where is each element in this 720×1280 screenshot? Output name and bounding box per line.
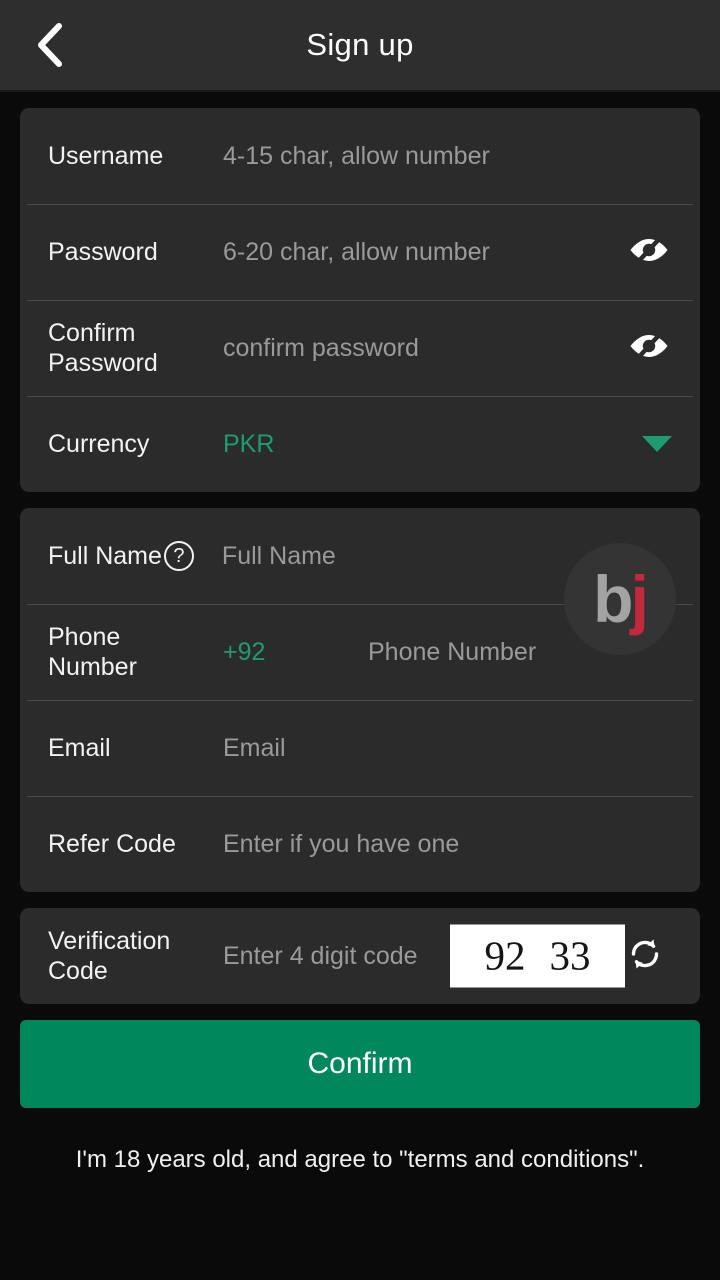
username-label: Username	[48, 142, 164, 170]
account-card: Username 4-15 char, allow number Passwor…	[20, 108, 700, 492]
currency-value[interactable]: PKR	[223, 430, 642, 459]
phone-number-input[interactable]: Phone Number	[368, 638, 672, 667]
verification-card: Verification Code Enter 4 digit code 92 …	[20, 908, 700, 1004]
row-verification-code[interactable]: Verification Code Enter 4 digit code 92 …	[20, 908, 700, 1004]
refresh-icon	[623, 932, 667, 981]
eye-off-icon	[629, 235, 669, 269]
country-code-selector[interactable]: +92	[223, 638, 368, 667]
profile-card: bj Full Name ? Full Name Phone Number +9…	[20, 508, 700, 892]
eye-off-icon	[629, 331, 669, 365]
page-title: Sign up	[306, 27, 414, 62]
refer-code-input[interactable]: Enter if you have one	[223, 830, 672, 859]
captcha-digits-left: 92	[484, 932, 526, 979]
captcha-digits-right: 33	[549, 932, 591, 979]
row-username[interactable]: Username 4-15 char, allow number	[20, 108, 700, 204]
password-input[interactable]: 6-20 char, allow number	[223, 238, 626, 267]
confirm-password-label: Confirm Password	[48, 319, 158, 377]
confirm-button[interactable]: Confirm	[20, 1020, 700, 1108]
row-email[interactable]: Email Email	[20, 700, 700, 796]
verification-code-label: Verification Code	[48, 927, 171, 985]
email-label: Email	[48, 734, 111, 762]
app-header: Sign up	[0, 0, 720, 92]
full-name-input[interactable]: Full Name	[222, 542, 672, 571]
password-label: Password	[48, 238, 158, 266]
signup-screen: Sign up Username 4-15 char, allow number…	[0, 0, 720, 1280]
chevron-down-icon[interactable]	[642, 436, 672, 452]
row-full-name[interactable]: Full Name ? Full Name	[20, 508, 700, 604]
confirm-password-visibility-toggle[interactable]	[626, 325, 672, 371]
phone-number-label: Phone Number	[48, 623, 137, 681]
row-refer-code[interactable]: Refer Code Enter if you have one	[20, 796, 700, 892]
full-name-label: Full Name	[48, 542, 162, 570]
username-input[interactable]: 4-15 char, allow number	[223, 142, 672, 171]
row-confirm-password[interactable]: Confirm Password confirm password	[20, 300, 700, 396]
captcha-image[interactable]: 92 33	[450, 924, 625, 988]
terms-and-conditions-text[interactable]: I'm 18 years old, and agree to "terms an…	[0, 1146, 720, 1174]
refer-code-label: Refer Code	[48, 830, 176, 858]
full-name-label-group: Full Name ?	[48, 541, 194, 571]
currency-label: Currency	[48, 430, 150, 458]
question-mark-icon[interactable]: ?	[163, 541, 194, 571]
confirm-password-input[interactable]: confirm password	[223, 334, 626, 363]
row-currency[interactable]: Currency PKR	[20, 396, 700, 492]
email-input[interactable]: Email	[223, 734, 672, 763]
password-visibility-toggle[interactable]	[626, 229, 672, 275]
refresh-captcha-button[interactable]	[620, 931, 670, 981]
row-phone-number[interactable]: Phone Number +92 Phone Number	[20, 604, 700, 700]
chevron-left-icon	[34, 22, 64, 68]
back-button[interactable]	[18, 14, 80, 76]
row-password[interactable]: Password 6-20 char, allow number	[20, 204, 700, 300]
